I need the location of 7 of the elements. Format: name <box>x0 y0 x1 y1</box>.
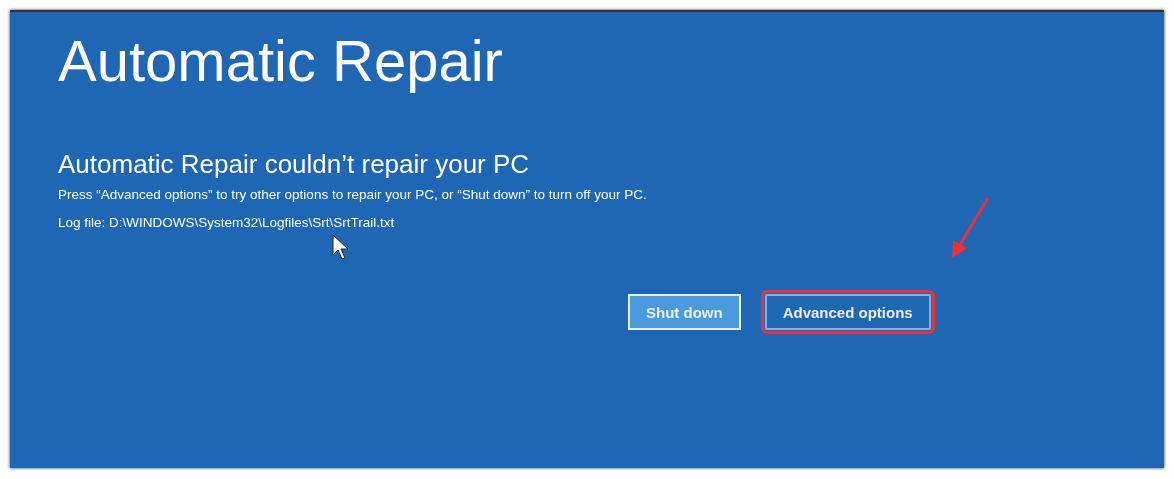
instruction-text: Press “Advanced options” to try other options to repair your PC, or “Shut down” to turn off your PC. <box>58 186 648 204</box>
screen-title: Automatic Repair <box>58 27 504 95</box>
error-heading: Automatic Repair couldn’t repair your PC <box>58 148 531 180</box>
shut-down-button[interactable]: Shut down <box>628 294 741 330</box>
log-file-path: Log file: D:\WINDOWS\System32\Logfiles\Srt\SrtTrail.txt <box>58 214 396 232</box>
annotation-arrow <box>952 197 990 258</box>
mouse-pointer-icon <box>332 234 349 260</box>
